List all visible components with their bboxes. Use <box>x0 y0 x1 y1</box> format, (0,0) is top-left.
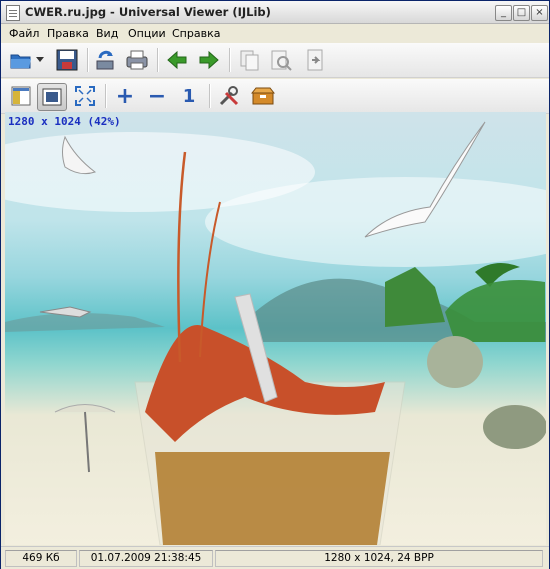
fullscreen-button[interactable] <box>71 83 99 109</box>
fit-window-button[interactable] <box>37 83 67 111</box>
status-date: 01.07.2009 21:38:45 <box>79 550 213 567</box>
find-icon <box>271 50 292 71</box>
copy-button[interactable] <box>235 47 263 73</box>
menu-bar: Файл Правка Вид Опции Справка <box>1 24 549 42</box>
next-button[interactable] <box>195 47 223 73</box>
dropdown-arrow-icon <box>36 57 44 62</box>
zoom-out-button[interactable]: − <box>143 83 171 109</box>
export-button[interactable] <box>301 47 329 73</box>
menu-view[interactable]: Вид <box>96 27 118 40</box>
close-button[interactable]: × <box>531 5 548 21</box>
package-icon <box>251 87 275 105</box>
previous-button[interactable] <box>163 47 191 73</box>
view-toolbar: + − 1 <box>1 79 549 114</box>
reload-button[interactable] <box>91 47 119 73</box>
toolbar-separator <box>209 84 211 108</box>
menu-edit[interactable]: Правка <box>47 27 89 40</box>
document-icon <box>6 5 20 21</box>
minimize-button[interactable]: _ <box>495 5 512 21</box>
actual-size-button[interactable]: 1 <box>175 83 203 109</box>
next-icon <box>199 50 219 70</box>
settings-icon <box>219 86 239 106</box>
prev-icon <box>167 50 187 70</box>
actual-size-icon: 1 <box>182 85 196 107</box>
maximize-button[interactable]: □ <box>513 5 530 21</box>
print-button[interactable] <box>123 47 151 73</box>
menu-help[interactable]: Справка <box>172 27 220 40</box>
toolbar-separator <box>157 48 159 72</box>
status-filesize: 469 Кб <box>5 550 77 567</box>
zoom-in-button[interactable]: + <box>111 83 139 109</box>
toolbar-separator <box>87 48 89 72</box>
open-icon <box>10 54 31 69</box>
app-window: CWER.ru.jpg - Universal Viewer (IJLib) _… <box>0 0 550 569</box>
package-button[interactable] <box>249 83 277 109</box>
zoom-out-icon: − <box>147 83 167 109</box>
title-bar[interactable]: CWER.ru.jpg - Universal Viewer (IJLib) _… <box>1 1 549 24</box>
main-toolbar <box>1 43 549 78</box>
panel-icon <box>11 86 31 106</box>
image-viewport[interactable]: 1280 x 1024 (42%) <box>5 112 546 545</box>
copy-icon <box>240 50 259 71</box>
panel-toggle-button[interactable] <box>7 83 35 109</box>
settings-button[interactable] <box>215 83 243 109</box>
window-title: CWER.ru.jpg - Universal Viewer (IJLib) <box>25 5 271 19</box>
export-icon <box>307 49 323 71</box>
zoom-in-icon: + <box>115 83 135 109</box>
fullscreen-icon <box>75 86 95 106</box>
toolbar-separator <box>229 48 231 72</box>
status-dimensions: 1280 x 1024, 24 BPP <box>215 550 543 567</box>
menu-file[interactable]: Файл <box>9 27 39 40</box>
open-button[interactable] <box>7 47 35 73</box>
fit-window-icon <box>42 88 62 106</box>
toolbar-separator <box>105 84 107 108</box>
save-icon <box>56 49 78 71</box>
find-button[interactable] <box>267 47 295 73</box>
open-dropdown-button[interactable] <box>35 47 45 73</box>
image-canvas <box>5 121 546 545</box>
print-icon <box>126 50 148 70</box>
image-info-label: 1280 x 1024 (42%) <box>8 115 121 128</box>
reload-icon <box>96 50 114 70</box>
menu-options[interactable]: Опции <box>128 27 166 40</box>
status-bar: 469 Кб 01.07.2009 21:38:45 1280 x 1024, … <box>1 546 549 569</box>
save-button[interactable] <box>53 47 81 73</box>
